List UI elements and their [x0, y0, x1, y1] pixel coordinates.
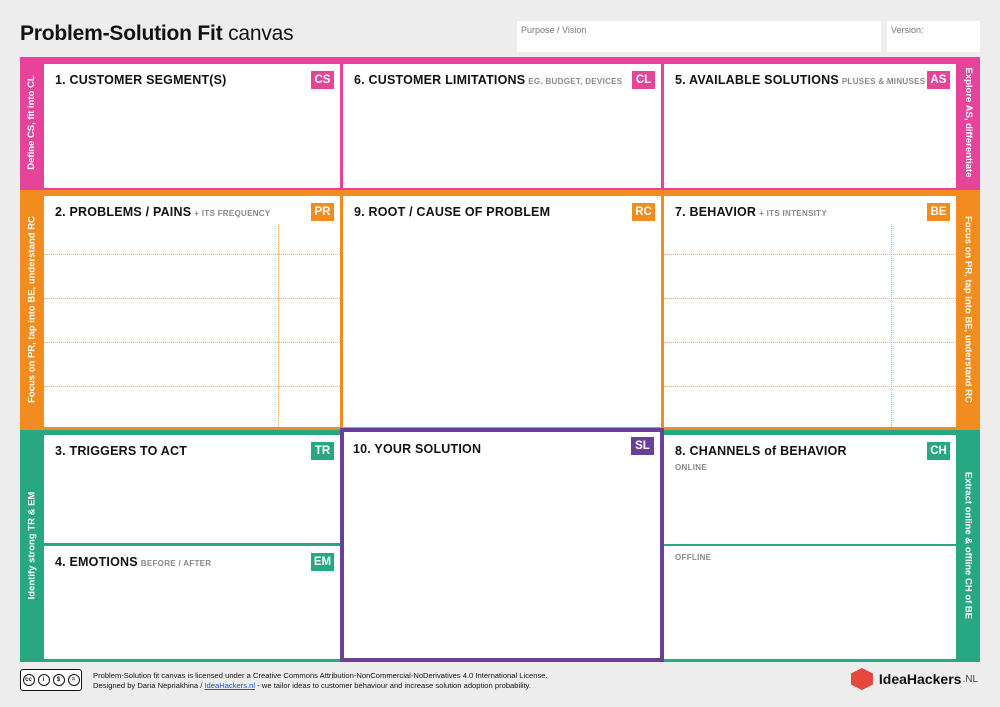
em-title: 4. EMOTIONS BEFORE / AFTER: [55, 555, 212, 569]
as-subtitle: PLUSES & MINUSES: [841, 77, 926, 86]
license-line-1: Problem-Solution fit canvas is licensed …: [93, 671, 548, 680]
ch-divider: [664, 544, 956, 546]
cc-icon: cc: [22, 674, 35, 686]
be-dotted-line: [664, 342, 956, 343]
cell-behavior[interactable]: 7. BEHAVIOR + ITS INTENSITY BE: [664, 196, 956, 427]
purpose-vision-field[interactable]: Purpose / Vision: [517, 21, 881, 52]
be-dotted-line: [664, 386, 956, 387]
cell-emotions[interactable]: 4. EMOTIONS BEFORE / AFTER EM: [44, 546, 340, 659]
version-label: Version:: [891, 25, 924, 35]
nd-icon: =: [67, 674, 80, 686]
cl-badge: CL: [632, 71, 655, 89]
be-badge: BE: [927, 203, 950, 221]
cell-root-cause[interactable]: 9. ROOT / CAUSE OF PROBLEM RC: [343, 196, 661, 427]
sl-title: 10. YOUR SOLUTION: [353, 442, 482, 456]
title-bold: Problem-Solution Fit: [20, 22, 223, 45]
pr-badge: PR: [311, 203, 334, 221]
tr-title: 3. TRIGGERS TO ACT: [55, 444, 188, 458]
brand-name: IdeaHackers: [878, 671, 962, 687]
side-text-focus-pr-right: Focus on PR, tap into BE, understand RC: [962, 216, 974, 403]
nc-icon: $: [52, 674, 65, 686]
em-badge: EM: [311, 553, 334, 571]
pr-dotted-line: [44, 342, 340, 343]
rc-badge: RC: [632, 203, 655, 221]
cc-license-icon: cc i $ =: [20, 669, 82, 691]
cell-channels[interactable]: 8. CHANNELS of BEHAVIOR CH ONLINE OFFLIN…: [664, 435, 956, 659]
ch-online-label: ONLINE: [675, 463, 708, 472]
ideahackers-link[interactable]: IdeaHackers.nl: [204, 681, 255, 690]
be-dotted-line: [664, 298, 956, 299]
title-light: canvas: [228, 22, 294, 45]
be-title: 7. BEHAVIOR + ITS INTENSITY: [675, 205, 827, 219]
cell-your-solution[interactable]: 10. YOUR SOLUTION SL: [340, 428, 664, 662]
brand-suffix: .NL: [962, 673, 978, 685]
cell-triggers[interactable]: 3. TRIGGERS TO ACT TR: [44, 435, 340, 543]
pr-dotted-line: [44, 298, 340, 299]
ch-offline-label: OFFLINE: [675, 553, 712, 562]
cl-title: 6. CUSTOMER LIMITATIONS EG. BUDGET, DEVIC…: [354, 73, 623, 87]
side-text-define-cs: Define CS, fit into CL: [26, 75, 37, 170]
side-text-identify-tr: Identify strong TR & EM: [26, 491, 38, 600]
be-dotted-line: [664, 254, 956, 255]
em-subtitle: BEFORE / AFTER: [140, 559, 212, 568]
side-text-focus-pr-left: Focus on PR, tap into BE, understand RC: [26, 216, 38, 403]
by-icon: i: [37, 674, 50, 686]
license-line-2: Designed by Daria Nepriakhina / IdeaHack…: [93, 681, 532, 690]
cell-customer-segments[interactable]: 1. CUSTOMER SEGMENT(S) CS: [44, 64, 340, 188]
sl-badge: SL: [631, 437, 654, 455]
side-text-extract-ch: Extract online & offline CH of BE: [962, 471, 974, 620]
ch-badge: CH: [927, 442, 950, 460]
be-subtitle: + ITS INTENSITY: [759, 209, 827, 218]
as-title: 5. AVAILABLE SOLUTIONS PLUSES & MINUSES: [675, 73, 926, 87]
version-field[interactable]: Version:: [887, 21, 980, 52]
side-text-explore-as: Explore AS, differentiate: [963, 67, 974, 178]
cl-subtitle: EG. BUDGET, DEVICES: [528, 77, 623, 86]
ideahackers-logo[interactable]: IdeaHackers .NL: [850, 668, 978, 690]
as-badge: AS: [927, 71, 950, 89]
page-title: Problem-Solution Fit canvas: [20, 22, 294, 46]
pr-dotted-line: [44, 386, 340, 387]
pr-subtitle: + ITS FREQUENCY: [194, 209, 271, 218]
cell-available-solutions[interactable]: 5. AVAILABLE SOLUTIONS PLUSES & MINUSES A…: [664, 64, 956, 188]
cs-badge: CS: [311, 71, 334, 89]
license-text: Problem-Solution fit canvas is licensed …: [93, 671, 548, 691]
rc-title: 9. ROOT / CAUSE OF PROBLEM: [354, 205, 551, 219]
tr-badge: TR: [311, 442, 334, 460]
pr-title: 2. PROBLEMS / PAINS + ITS FREQUENCY: [55, 205, 271, 219]
ideahackers-logo-icon: [850, 668, 873, 690]
ch-title: 8. CHANNELS of BEHAVIOR: [675, 444, 847, 458]
purpose-vision-label: Purpose / Vision: [521, 25, 587, 35]
pr-dotted-line: [44, 254, 340, 255]
cs-title: 1. CUSTOMER SEGMENT(S): [55, 73, 227, 87]
cell-customer-limitations[interactable]: 6. CUSTOMER LIMITATIONS EG. BUDGET, DEVIC…: [343, 64, 661, 188]
cell-problems-pains[interactable]: 2. PROBLEMS / PAINS + ITS FREQUENCY PR: [44, 196, 340, 427]
